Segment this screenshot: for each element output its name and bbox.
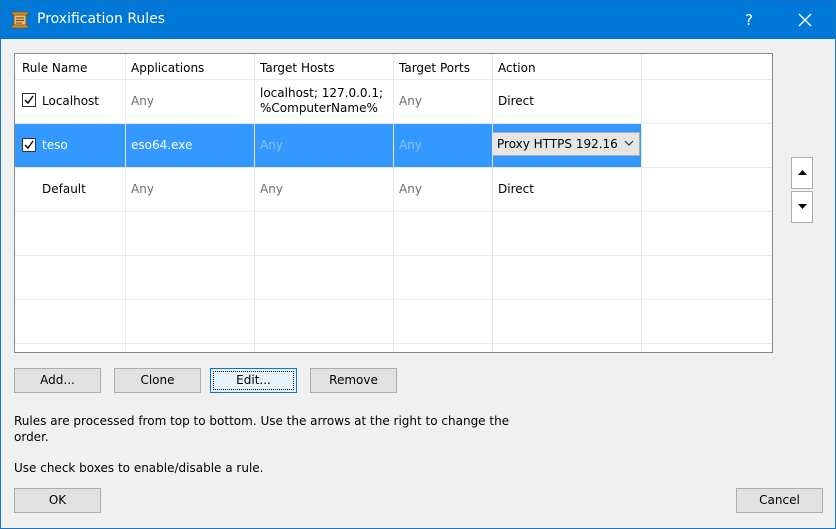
rule-action: Direct — [498, 94, 534, 108]
add-rule-button[interactable]: Add... — [14, 368, 101, 393]
ok-button[interactable]: OK — [14, 488, 101, 513]
grid-line — [15, 255, 772, 256]
column-header-action[interactable]: Action — [498, 61, 536, 75]
grid-line — [15, 123, 772, 124]
rule-applications: eso64.exe — [131, 138, 193, 152]
cancel-button[interactable]: Cancel — [736, 488, 823, 513]
triangle-down-icon — [798, 204, 807, 209]
close-icon — [798, 13, 812, 27]
grid-line — [641, 54, 642, 352]
rule-target-ports: Any — [399, 182, 422, 196]
close-button[interactable] — [785, 1, 825, 39]
rule-target-hosts: Any — [260, 138, 283, 152]
grid-line — [15, 299, 772, 300]
grid-line — [15, 343, 772, 344]
rule-target-ports: Any — [399, 138, 422, 152]
window-title: Proxification Rules — [37, 11, 166, 27]
grid-line — [492, 54, 493, 352]
proxification-rules-dialog: Proxification Rules ? Rule Name Applicat… — [0, 0, 836, 529]
column-header-target-ports[interactable]: Target Ports — [399, 61, 470, 75]
remove-rule-button[interactable]: Remove — [310, 368, 397, 393]
rule-target-hosts-line1: localhost; 127.0.0.1; — [260, 86, 384, 100]
table-row[interactable]: Default Any Any Any Direct — [15, 167, 641, 211]
grid-line — [15, 167, 772, 168]
edit-rule-button[interactable]: Edit... — [210, 368, 297, 393]
scroll-rules-icon — [11, 11, 29, 29]
grid-line — [254, 54, 255, 352]
move-down-button[interactable] — [791, 191, 813, 223]
rule-applications: Any — [131, 182, 154, 196]
checkmark-icon — [24, 140, 34, 150]
rule-name: teso — [42, 138, 68, 152]
rule-action: Direct — [498, 182, 534, 196]
column-header-target-hosts[interactable]: Target Hosts — [260, 61, 335, 75]
info-text-checkboxes: Use check boxes to enable/disable a rule… — [14, 461, 264, 475]
grid-line — [15, 211, 772, 212]
rule-enable-checkbox[interactable] — [22, 138, 36, 152]
rule-name: Localhost — [42, 94, 100, 108]
rule-applications: Any — [131, 94, 154, 108]
info-text-order-line2: order. — [14, 430, 49, 444]
checkmark-icon — [24, 95, 34, 105]
rule-name: Default — [42, 182, 86, 196]
grid-line — [393, 54, 394, 352]
rule-target-hosts-line2: %ComputerName% — [260, 101, 378, 115]
grid-line — [15, 79, 772, 80]
rule-action-dropdown[interactable]: Proxy HTTPS 192.168 — [492, 132, 640, 156]
rule-action-selected: Proxy HTTPS 192.168 — [497, 137, 617, 151]
rule-target-hosts: Any — [260, 182, 283, 196]
title-bar[interactable]: Proxification Rules ? — [1, 1, 835, 39]
rule-enable-checkbox[interactable] — [22, 93, 36, 107]
clone-rule-button[interactable]: Clone — [114, 368, 201, 393]
help-button[interactable]: ? — [729, 1, 769, 39]
info-text-order-line1: Rules are processed from top to bottom. … — [14, 414, 510, 428]
rules-table[interactable]: Rule Name Applications Target Hosts Targ… — [14, 53, 773, 353]
rule-target-ports: Any — [399, 94, 422, 108]
table-row[interactable]: Localhost Any localhost; 127.0.0.1; %Com… — [15, 79, 641, 123]
column-header-applications[interactable]: Applications — [131, 61, 204, 75]
table-row-selected[interactable]: teso eso64.exe Any Any Proxy HTTPS 192.1… — [15, 123, 641, 167]
grid-line — [125, 54, 126, 352]
column-header-rule-name[interactable]: Rule Name — [22, 61, 87, 75]
move-up-button[interactable] — [791, 157, 813, 189]
triangle-up-icon — [798, 170, 807, 175]
chevron-down-icon — [624, 140, 634, 146]
